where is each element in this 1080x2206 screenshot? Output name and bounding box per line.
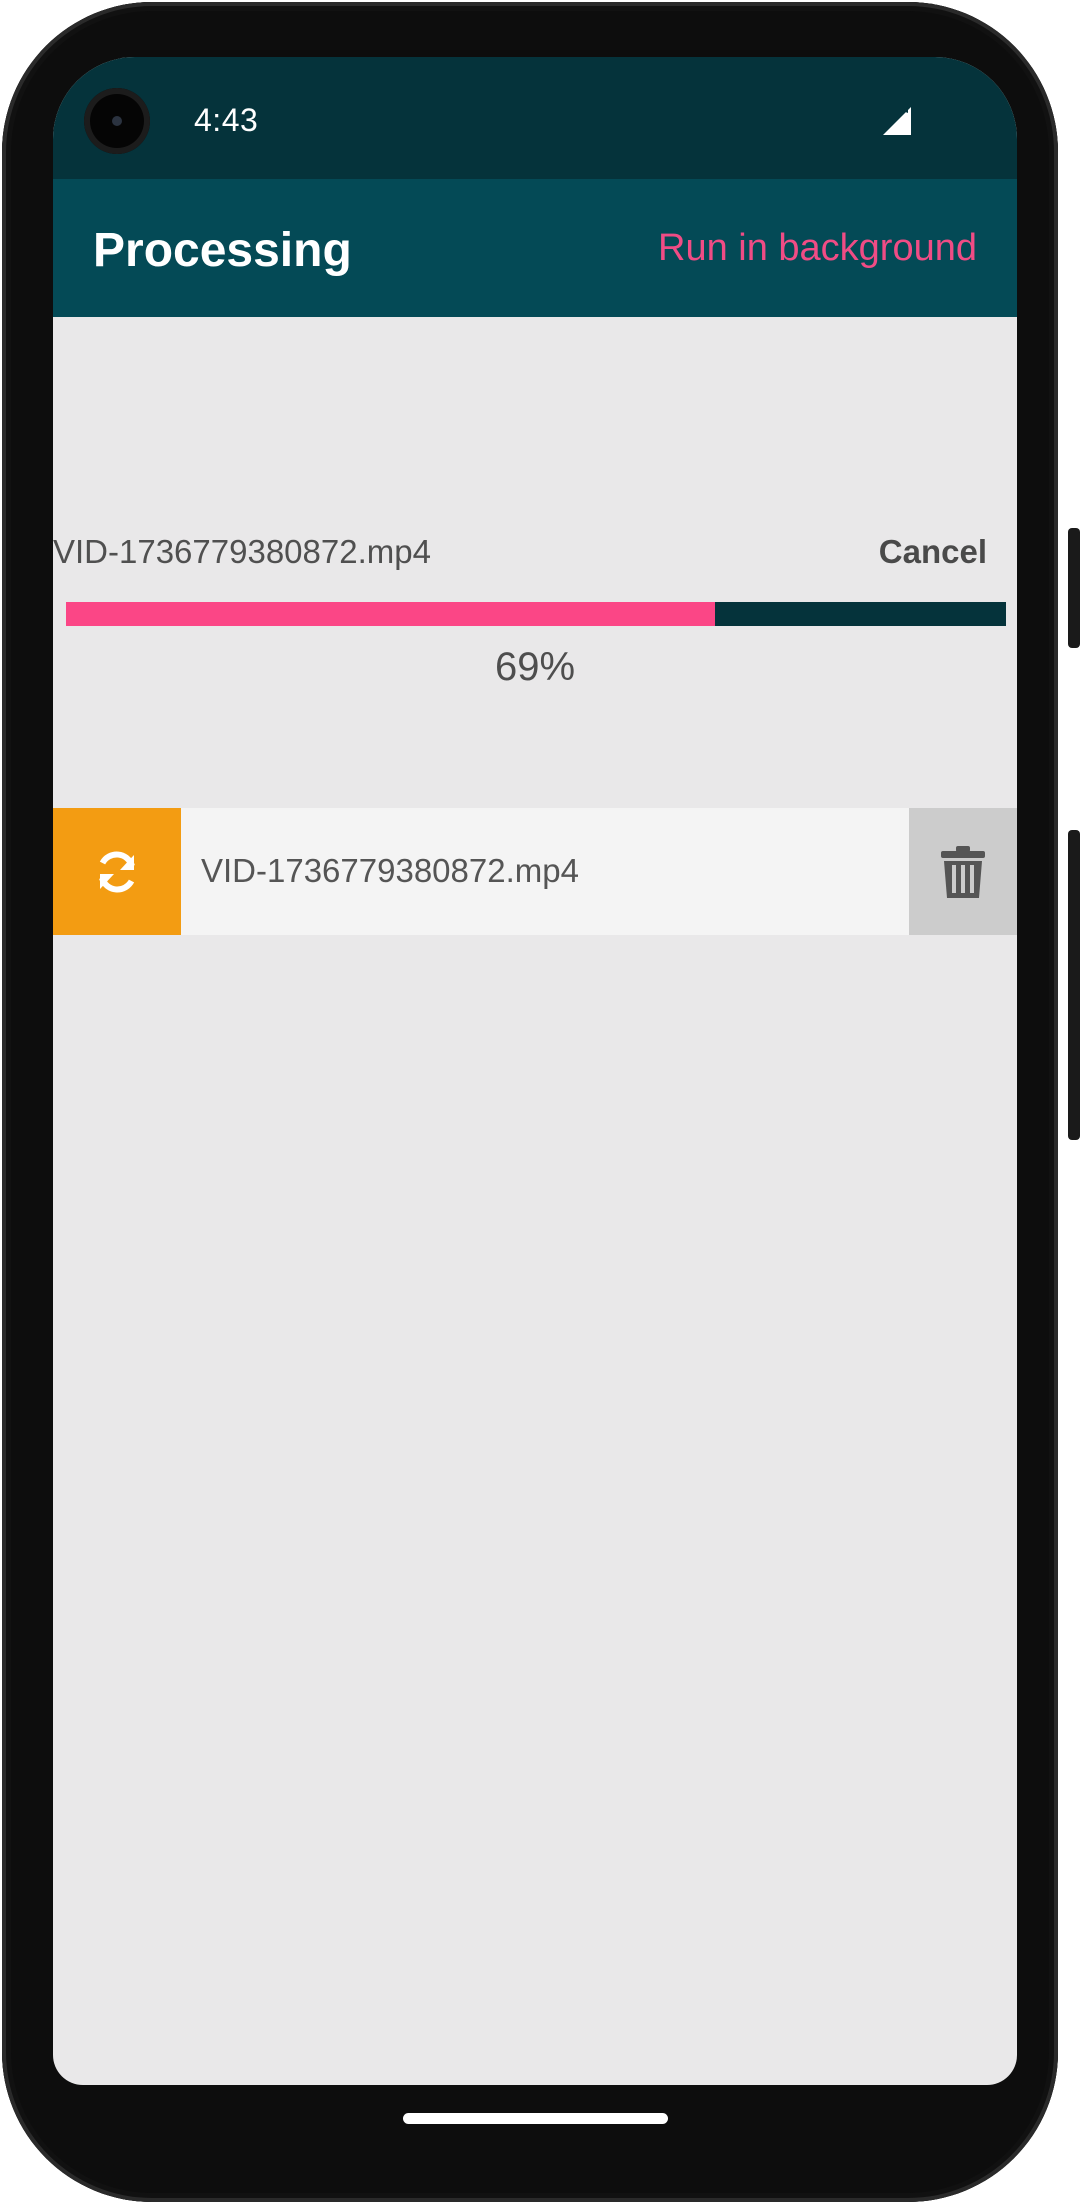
run-in-background-button[interactable]: Run in background [658,227,977,270]
cellular-signal-icon [883,107,911,135]
cancel-button[interactable]: Cancel [879,533,987,571]
status-time: 4:43 [194,102,259,138]
progress-bar [66,602,1006,626]
delete-button[interactable] [909,808,1017,935]
sync-icon [99,851,135,892]
screen: 4:43 Processing Run in background VID-17… [53,57,1017,2085]
volume-button [1068,830,1080,1140]
list-item-name: VID-1736779380872.mp4 [201,852,579,889]
page-title: Processing [93,224,352,277]
list-item[interactable]: VID-1736779380872.mp4 [53,808,1017,935]
status-bar: 4:43 [53,57,1017,179]
sync-button[interactable] [53,808,181,935]
device-frame: 4:43 Processing Run in background VID-17… [0,0,1080,2206]
progress-bar-fill [66,602,715,626]
power-button [1068,528,1080,648]
trash-icon [941,845,985,898]
current-file-name: VID-1736779380872.mp4 [53,533,431,570]
app-bar: Processing Run in background [53,179,1017,317]
progress-percent: 69% [494,645,576,689]
home-indicator[interactable] [403,2113,668,2124]
front-camera [84,88,150,154]
